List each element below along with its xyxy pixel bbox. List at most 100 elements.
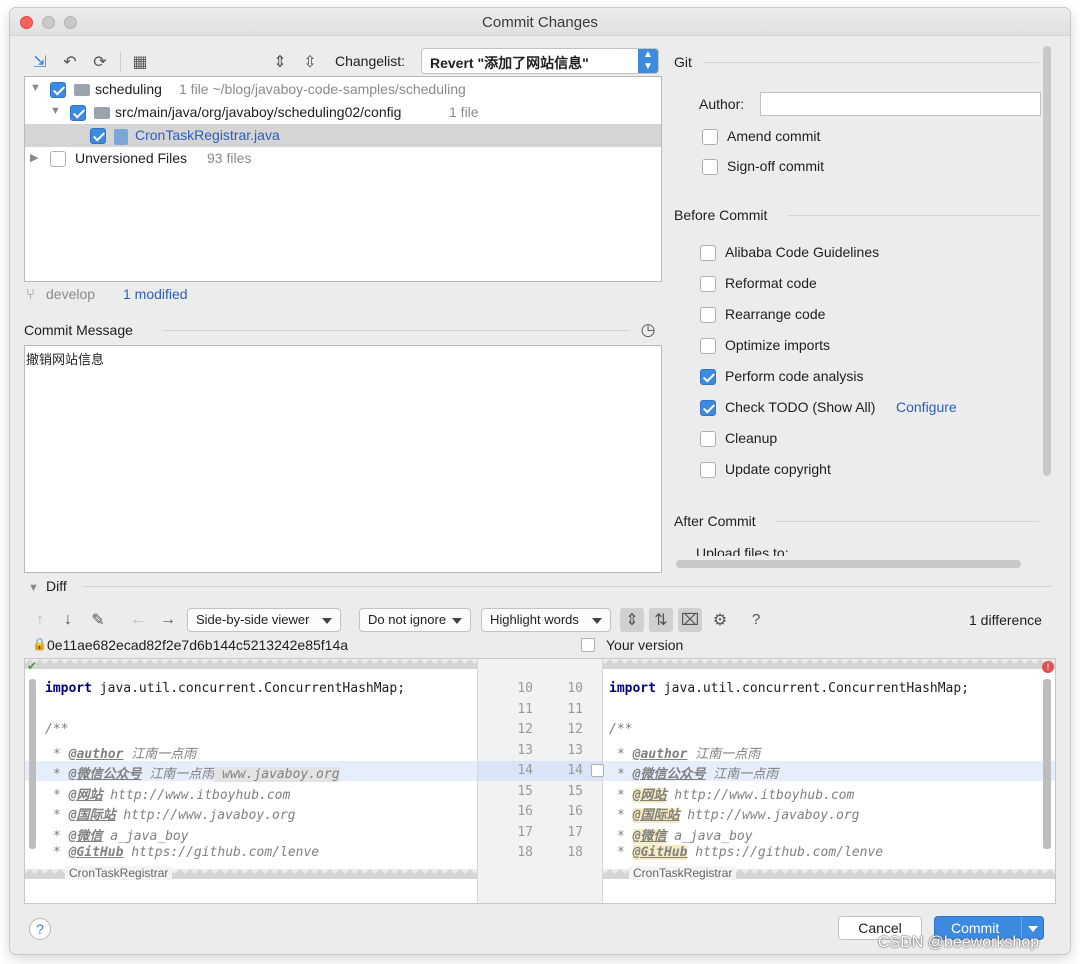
update-copyright-label[interactable]: Update copyright — [725, 461, 831, 477]
check-todo-checkbox[interactable] — [700, 400, 716, 416]
branch-name[interactable]: develop — [46, 286, 95, 302]
reformat-code-checkbox[interactable] — [700, 276, 716, 292]
left-scrollbar[interactable] — [29, 679, 36, 849]
code-line: import java.util.concurrent.ConcurrentHa… — [609, 681, 970, 696]
amend-label[interactable]: Amend commit — [727, 128, 820, 144]
checkbox-scheduling[interactable] — [50, 82, 66, 98]
settings-gear-icon[interactable]: ⚙ — [710, 610, 730, 630]
title-bar: Commit Changes — [10, 8, 1070, 36]
help-button[interactable]: ? — [29, 918, 51, 940]
branch-icon: ⑂ — [26, 286, 36, 303]
after-commit-title: After Commit — [674, 513, 756, 529]
tree-dir-name[interactable]: src/main/java/org/javaboy/scheduling02/c… — [115, 104, 401, 120]
right-breadcrumb[interactable]: CronTaskRegistrar — [629, 866, 737, 880]
lock-small-icon: 🔒 — [32, 637, 47, 651]
collapsed-arrow-icon[interactable]: ▶ — [30, 151, 38, 164]
signoff-label[interactable]: Sign-off commit — [727, 158, 824, 174]
rearrange-code-checkbox[interactable] — [700, 307, 716, 323]
refresh-icon[interactable]: ⟳ — [90, 52, 110, 72]
checkbox-file[interactable] — [90, 128, 106, 144]
toolbar-divider — [120, 52, 121, 72]
upload-label: Upload files to: — [696, 545, 789, 556]
right-scrollbar[interactable] — [1043, 679, 1051, 849]
tree-file-name[interactable]: CronTaskRegistrar.java — [135, 127, 280, 143]
difference-count: 1 difference — [969, 612, 1042, 628]
diff-collapse-arrow-icon[interactable]: ▼ — [28, 582, 39, 594]
watermark: CSDN @beeworkshop — [878, 934, 1040, 951]
previous-difference-icon[interactable]: ↑ — [30, 610, 50, 630]
code-line: * @国际站 http://www.javaboy.org — [617, 808, 860, 823]
signoff-checkbox[interactable] — [702, 159, 718, 175]
tree-root-name[interactable]: scheduling — [95, 81, 162, 97]
divider — [704, 62, 1039, 63]
changelist-select[interactable]: Revert "添加了网站信息" ▲ ▼ — [421, 48, 659, 74]
diff-help-icon[interactable]: ? — [752, 611, 760, 628]
collapse-unchanged-icon[interactable]: ⇕ — [620, 608, 644, 632]
group-by-icon[interactable]: ▦ — [130, 52, 150, 72]
right-line-number: 12 — [567, 722, 583, 737]
checkbox-unversioned[interactable] — [50, 151, 66, 167]
expand-all-icon[interactable]: ⇕ — [270, 52, 290, 72]
code-line: * @GitHub https://github.com/lenve — [53, 845, 320, 860]
chevron-down-icon — [452, 618, 462, 624]
back-arrow-icon[interactable]: ← — [128, 610, 148, 630]
ignore-select[interactable]: Do not ignore — [359, 608, 471, 632]
chevron-down-icon — [322, 618, 332, 624]
left-line-number: 14 — [517, 763, 533, 778]
rearrange-code-label[interactable]: Rearrange code — [725, 306, 825, 322]
author-input[interactable] — [760, 92, 1041, 116]
chevron-down-icon — [592, 618, 602, 624]
horizontal-scrollbar[interactable] — [676, 560, 1021, 568]
viewer-select[interactable]: Side-by-side viewer — [187, 608, 341, 632]
commit-message-label: Commit Message — [24, 322, 133, 338]
history-clock-icon[interactable]: ◷ — [638, 320, 658, 340]
modified-count[interactable]: 1 modified — [123, 286, 188, 302]
collapse-all-icon[interactable]: ⇳ — [300, 52, 320, 72]
sync-scroll-icon[interactable]: ⇅ — [649, 608, 673, 632]
code-line: * @author 江南一点雨 — [617, 747, 761, 762]
tree-unversioned-name[interactable]: Unversioned Files — [75, 150, 187, 166]
gutter-changed-line — [478, 761, 602, 781]
optimize-imports-label[interactable]: Optimize imports — [725, 337, 830, 353]
configure-link[interactable]: Configure — [896, 399, 957, 415]
edit-source-icon[interactable]: ✎ — [88, 610, 108, 630]
left-breadcrumb[interactable]: CronTaskRegistrar — [65, 866, 173, 880]
code-line: * @微信 a_java_boy — [53, 829, 189, 844]
code-analysis-checkbox[interactable] — [700, 369, 716, 385]
cleanup-label[interactable]: Cleanup — [725, 430, 777, 446]
divider — [162, 330, 630, 331]
left-line-number: 11 — [517, 702, 533, 717]
cleanup-checkbox[interactable] — [700, 431, 716, 447]
code-analysis-label[interactable]: Perform code analysis — [725, 368, 864, 384]
collapse-icon[interactable]: ⇲ — [30, 52, 50, 72]
next-difference-icon[interactable]: ↓ — [58, 610, 78, 630]
upload-clip: Upload files to: — [696, 544, 1036, 556]
vertical-scrollbar[interactable] — [1043, 46, 1051, 476]
reformat-code-label[interactable]: Reformat code — [725, 275, 817, 291]
code-line: /** — [609, 722, 633, 737]
code-line: * @网站 http://www.itboyhub.com — [53, 788, 291, 803]
checkbox-config-dir[interactable] — [70, 105, 86, 121]
alibaba-guidelines-label[interactable]: Alibaba Code Guidelines — [725, 244, 879, 260]
changelist-label: Changelist: — [335, 53, 406, 69]
include-change-checkbox[interactable] — [591, 764, 604, 777]
update-copyright-checkbox[interactable] — [700, 462, 716, 478]
expand-arrow-icon[interactable]: ▼ — [50, 105, 61, 117]
rollback-icon[interactable]: ↶ — [60, 52, 80, 72]
forward-arrow-icon[interactable]: → — [158, 610, 178, 630]
alibaba-guidelines-checkbox[interactable] — [700, 245, 716, 261]
amend-checkbox[interactable] — [702, 129, 718, 145]
code-line: * @微信公众号 江南一点雨 www.javaboy.org — [53, 767, 340, 782]
viewer-select-value: Side-by-side viewer — [196, 612, 310, 627]
optimize-imports-checkbox[interactable] — [700, 338, 716, 354]
lock-icon[interactable]: ⌧ — [678, 608, 702, 632]
highlight-select[interactable]: Highlight words — [481, 608, 611, 632]
your-version-checkbox[interactable] — [581, 638, 595, 652]
expand-arrow-icon[interactable]: ▼ — [30, 82, 41, 94]
commit-message-input[interactable]: 撤销网站信息 — [24, 345, 662, 573]
check-todo-label[interactable]: Check TODO (Show All) — [725, 399, 875, 415]
author-label: Author: — [699, 96, 745, 112]
check-ok-icon: ✔ — [27, 659, 38, 673]
code-line: * @微信公众号 江南一点雨 — [617, 767, 779, 782]
left-line-number: 15 — [517, 784, 533, 799]
